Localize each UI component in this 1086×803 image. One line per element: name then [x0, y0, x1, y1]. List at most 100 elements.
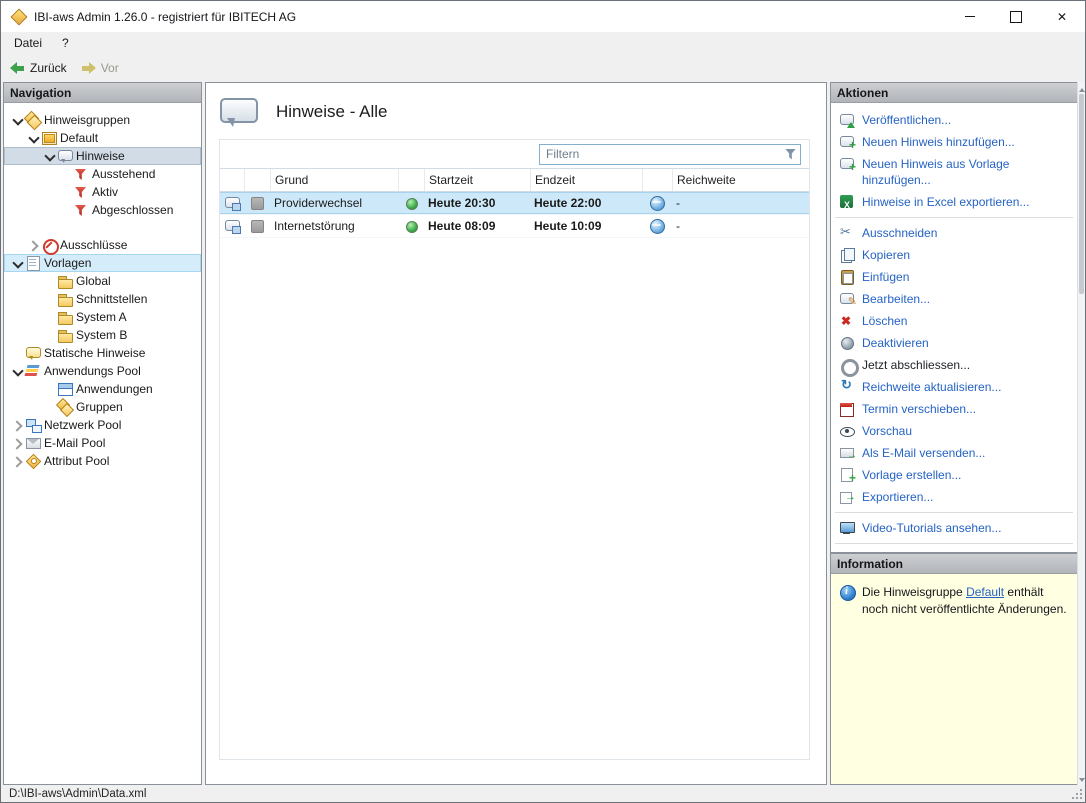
- chevron-down-icon[interactable]: [42, 149, 57, 164]
- menu-item-datei[interactable]: Datei: [4, 32, 52, 54]
- column-header-reichweite[interactable]: Reichweite: [672, 169, 809, 191]
- filter-icon: [73, 202, 89, 218]
- action-vorschau[interactable]: Vorschau: [831, 420, 1077, 442]
- tree-item-global[interactable]: Global: [4, 272, 201, 290]
- tree-item-label: Statische Hinweise: [44, 346, 146, 360]
- tree-item-ausschluesse[interactable]: Ausschlüsse: [4, 236, 201, 255]
- hints-list-region: Grund StartzeitEndzeit Reichweite Provider…: [219, 139, 810, 760]
- chevron-down-icon[interactable]: [10, 113, 25, 128]
- title-bar: IBI-aws Admin 1.26.0 - registriert für I…: [1, 1, 1085, 32]
- action-bearbeiten[interactable]: Bearbeiten...: [831, 288, 1077, 310]
- chevron-right-icon[interactable]: [26, 238, 41, 253]
- tree-item-netzwerk-pool[interactable]: Netzwerk Pool: [4, 416, 201, 434]
- action-label: Jetzt abschliessen...: [862, 358, 971, 372]
- column-header-startzeit[interactable]: Startzeit: [424, 169, 530, 191]
- filter-funnel-icon[interactable]: [784, 148, 797, 161]
- export-icon: [839, 489, 856, 505]
- action-kopieren[interactable]: Kopieren: [831, 244, 1077, 266]
- default-group-link[interactable]: Default: [966, 585, 1004, 599]
- action-jetzt-abschliessen[interactable]: Jetzt abschliessen...: [831, 354, 1077, 377]
- action-deaktivieren[interactable]: Deaktivieren: [831, 332, 1077, 354]
- action-video-tutorials-ansehen[interactable]: Video-Tutorials ansehen...: [831, 517, 1077, 539]
- column-header-empty[interactable]: [398, 169, 424, 191]
- menu-item-item[interactable]: ?: [52, 32, 79, 54]
- preview-icon: [839, 423, 855, 439]
- resize-grip-icon[interactable]: [1070, 787, 1082, 799]
- action-hinweise-in-excel-exportieren[interactable]: Hinweise in Excel exportieren...: [831, 191, 1077, 213]
- scrollbar-thumb[interactable]: [1079, 94, 1084, 294]
- edit-icon: [839, 291, 857, 310]
- tree-item-hinweisgruppen[interactable]: Hinweisgruppen: [4, 111, 201, 129]
- column-header-empty[interactable]: [642, 169, 672, 191]
- tree-item-ausstehend[interactable]: Ausstehend: [4, 165, 201, 183]
- chevron-right-icon[interactable]: [10, 418, 25, 433]
- chevron-right-icon[interactable]: [10, 454, 25, 469]
- tree-item-anwendungs-pool[interactable]: Anwendungs Pool: [4, 362, 201, 380]
- cell-type: [220, 192, 244, 214]
- action-label: Vorlage erstellen...: [862, 468, 962, 482]
- table-row-internetstoerung[interactable]: Internetstörung Heute 08:09 Heute 10:09 -: [220, 215, 809, 238]
- action-termin-verschieben[interactable]: Termin verschieben...: [831, 398, 1077, 420]
- status-path: D:\IBI-aws\Admin\Data.xml: [9, 787, 147, 800]
- tree-item-gruppen[interactable]: Gruppen: [4, 398, 201, 416]
- nav-tree: Hinweisgruppen Default Hinweise Ausstehend A…: [4, 103, 201, 470]
- action-label: Veröffentlichen...: [862, 113, 952, 127]
- maximize-button[interactable]: [993, 1, 1039, 32]
- tree-item-label: Anwendungen: [76, 382, 153, 396]
- tree-item-label: Schnittstellen: [76, 292, 148, 306]
- action-reichweite-aktualisieren[interactable]: Reichweite aktualisieren...: [831, 376, 1077, 398]
- vertical-scrollbar[interactable]: [1077, 82, 1085, 785]
- close-button[interactable]: [1039, 1, 1085, 32]
- tree-item-statische-hinweise[interactable]: Statische Hinweise: [4, 344, 201, 362]
- cell-startzeit: Heute 20:30: [428, 196, 496, 210]
- tree-item-aktiv[interactable]: Aktiv: [4, 183, 201, 201]
- tree-item-attribut-pool[interactable]: Attribut Pool: [4, 452, 201, 470]
- action-ausschneiden[interactable]: Ausschneiden: [831, 222, 1077, 244]
- action-label: Hinweise in Excel exportieren...: [862, 195, 1030, 209]
- send-email-icon: [839, 445, 857, 464]
- action-neuen-hinweis-aus-vorlage-hinzufuegen[interactable]: Neuen Hinweis aus Vorlage hinzufügen...: [831, 153, 1077, 191]
- chevron-down-icon[interactable]: [26, 131, 41, 146]
- chevron-down-icon[interactable]: [10, 256, 25, 271]
- tree-item-hinweise[interactable]: Hinweise: [4, 147, 201, 165]
- table-row-providerwechsel[interactable]: Providerwechsel Heute 20:30 Heute 22:00 -: [220, 192, 809, 215]
- action-einfuegen[interactable]: Einfügen: [831, 266, 1077, 288]
- tree-item-label: Netzwerk Pool: [44, 418, 122, 432]
- tree-item-abgeschlossen[interactable]: Abgeschlossen: [4, 201, 201, 219]
- scrollbar-down-icon[interactable]: [1078, 775, 1085, 785]
- deactivate-icon: [839, 335, 855, 351]
- tree-item-e-mail-pool[interactable]: E-Mail Pool: [4, 434, 201, 452]
- forward-button[interactable]: Vor: [77, 58, 127, 78]
- tree-item-schnittstellen[interactable]: Schnittstellen: [4, 290, 201, 308]
- action-als-e-mail-versenden[interactable]: Als E-Mail versenden...: [831, 442, 1077, 464]
- action-neuen-hinweis-hinzufuegen[interactable]: Neuen Hinweis hinzufügen...: [831, 131, 1077, 153]
- folder-icon: [57, 327, 73, 343]
- action-veroeffentlichen[interactable]: Veröffentlichen...: [831, 109, 1077, 131]
- action-label: Neuen Hinweis hinzufügen...: [862, 135, 1015, 149]
- column-header-grund[interactable]: Grund: [270, 169, 398, 191]
- action-exportieren[interactable]: Exportieren...: [831, 486, 1077, 508]
- chevron-right-icon[interactable]: [10, 436, 25, 451]
- cell-reichweite-icon: [642, 215, 672, 237]
- column-header-endzeit[interactable]: Endzeit: [530, 169, 642, 191]
- tree-item-system-b[interactable]: System B: [4, 326, 201, 344]
- action-loeschen[interactable]: Löschen: [831, 310, 1077, 332]
- tree-item-label: System A: [76, 310, 127, 324]
- chevron-down-icon[interactable]: [10, 364, 25, 379]
- action-vorlage-erstellen[interactable]: Vorlage erstellen...: [831, 464, 1077, 486]
- filter-input[interactable]: [539, 143, 801, 165]
- tree-item-system-a[interactable]: System A: [4, 308, 201, 326]
- column-header-empty[interactable]: [220, 169, 244, 191]
- tree-item-vorlagen[interactable]: Vorlagen: [4, 254, 201, 272]
- finish-icon: [839, 357, 859, 377]
- minimize-button[interactable]: [947, 1, 993, 32]
- column-header-empty[interactable]: [244, 169, 270, 191]
- scrollbar-up-icon[interactable]: [1078, 82, 1085, 92]
- back-button[interactable]: Zurück: [6, 58, 75, 78]
- tree-item-anwendungen[interactable]: Anwendungen: [4, 380, 201, 398]
- cell-reichweite: -: [676, 219, 680, 233]
- tree-item-default[interactable]: Default: [4, 129, 201, 147]
